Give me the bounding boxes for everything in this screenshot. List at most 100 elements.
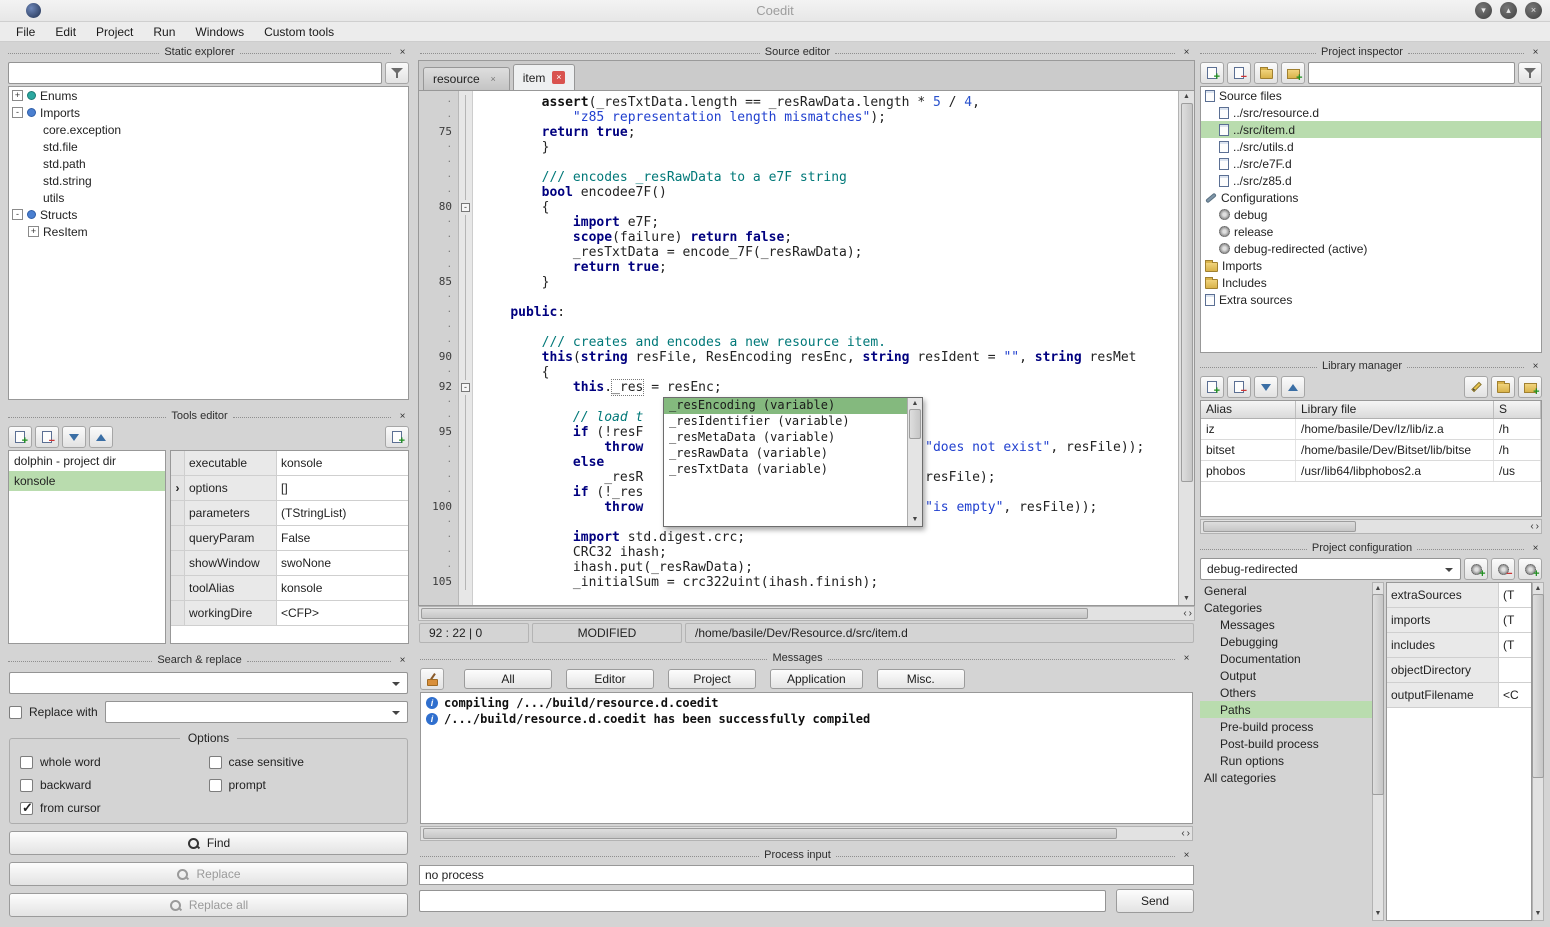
menu-item[interactable]: Edit xyxy=(45,23,86,41)
option-checkbox[interactable] xyxy=(20,779,33,792)
property-value[interactable] xyxy=(1499,658,1531,682)
scroll-up-icon[interactable]: ▲ xyxy=(1375,584,1382,594)
tree-item[interactable]: std.string xyxy=(9,172,408,189)
add-source-tree-button[interactable] xyxy=(1281,62,1305,84)
move-tool-up-button[interactable] xyxy=(89,426,113,448)
message-row[interactable]: i compiling /.../build/resource.d.coedit xyxy=(421,695,1192,711)
scroll-down-icon[interactable]: ▼ xyxy=(1535,909,1542,919)
tool-item[interactable]: konsole xyxy=(9,471,165,491)
tree-item[interactable]: + ResItem xyxy=(9,223,408,240)
category-item[interactable]: Pre-build process xyxy=(1200,718,1372,735)
expander-icon[interactable]: + xyxy=(12,90,23,101)
completion-item[interactable]: _resEncoding (variable) xyxy=(664,398,907,414)
project-tree-item[interactable]: ../src/item.d xyxy=(1201,121,1541,138)
category-vscrollbar[interactable]: ▲ ▼ xyxy=(1372,582,1384,921)
editor-tab[interactable]: resource × xyxy=(423,67,510,90)
add-library-button[interactable] xyxy=(1200,376,1224,398)
replace-button[interactable]: Replace xyxy=(9,862,408,886)
category-item[interactable]: Documentation xyxy=(1200,650,1372,667)
column-header-file[interactable]: Library file xyxy=(1296,401,1494,418)
add-configuration-button[interactable] xyxy=(1464,558,1488,580)
project-tree-item[interactable]: Configurations xyxy=(1201,189,1541,206)
scroll-up-icon[interactable]: ▲ xyxy=(1535,584,1542,594)
menu-item[interactable]: Custom tools xyxy=(254,23,344,41)
vscroll-thumb[interactable] xyxy=(1181,103,1193,482)
message-filter-button[interactable]: Project xyxy=(668,669,756,689)
category-item[interactable]: Run options xyxy=(1200,752,1372,769)
property-row[interactable]: executable konsole xyxy=(171,451,408,476)
category-item[interactable]: General xyxy=(1200,582,1372,599)
property-value[interactable]: (T xyxy=(1499,633,1531,657)
option-row[interactable]: case sensitive xyxy=(209,755,398,769)
scroll-up-icon[interactable]: ▲ xyxy=(1183,92,1190,102)
replace-with-checkbox[interactable] xyxy=(9,706,22,719)
panel-close-icon[interactable]: × xyxy=(1529,542,1542,555)
property-row[interactable]: showWindow swoNone xyxy=(171,551,408,576)
library-row[interactable]: bitset /home/basile/Dev/Bitset/lib/bitse… xyxy=(1201,440,1541,461)
remove-configuration-button[interactable] xyxy=(1491,558,1515,580)
property-row[interactable]: workingDire <CFP> xyxy=(171,601,408,626)
option-checkbox[interactable] xyxy=(20,802,33,815)
option-checkbox[interactable] xyxy=(209,756,222,769)
project-tree-item[interactable]: ../src/resource.d xyxy=(1201,104,1541,121)
tree-item[interactable]: std.path xyxy=(9,155,408,172)
completion-item[interactable]: _resTxtData (variable) xyxy=(664,462,907,478)
category-item[interactable]: Output xyxy=(1200,667,1372,684)
column-header-source[interactable]: S xyxy=(1494,401,1541,418)
tool-item[interactable]: dolphin - project dir xyxy=(9,451,165,471)
property-value[interactable]: swoNone xyxy=(277,551,408,575)
hscroll-thumb[interactable] xyxy=(1203,521,1356,532)
project-tree-item[interactable]: Imports xyxy=(1201,257,1541,274)
completion-item[interactable]: _resMetaData (variable) xyxy=(664,430,907,446)
remove-tool-button[interactable] xyxy=(35,426,59,448)
clone-configuration-button[interactable] xyxy=(1518,558,1542,580)
add-source-button[interactable] xyxy=(1200,62,1224,84)
project-tree-item[interactable]: Extra sources xyxy=(1201,291,1541,308)
menu-item[interactable]: File xyxy=(6,23,45,41)
completion-item[interactable]: _resRawData (variable) xyxy=(664,446,907,462)
hscroll-thumb[interactable] xyxy=(423,828,1117,839)
scroll-left-icon[interactable]: ‹ xyxy=(1183,608,1186,619)
category-item[interactable]: Others xyxy=(1200,684,1372,701)
category-item[interactable]: Paths xyxy=(1200,701,1372,718)
search-term-combo[interactable] xyxy=(9,672,408,694)
scroll-down-icon[interactable]: ▼ xyxy=(1375,909,1382,919)
editor-tab[interactable]: item × xyxy=(513,64,576,90)
panel-close-icon[interactable]: × xyxy=(1180,46,1193,59)
tab-close-icon[interactable]: × xyxy=(552,71,565,84)
tree-item[interactable]: + Enums xyxy=(9,87,408,104)
remove-library-button[interactable] xyxy=(1227,376,1251,398)
remove-source-button[interactable] xyxy=(1227,62,1251,84)
minimize-icon[interactable]: ▾ xyxy=(1475,2,1492,19)
config-property-row[interactable]: outputFilename <C xyxy=(1387,683,1531,708)
editor-fold-margin[interactable]: -- xyxy=(459,91,473,605)
scroll-right-icon[interactable]: › xyxy=(1536,521,1539,532)
message-filter-button[interactable]: Application xyxy=(770,669,863,689)
config-property-row[interactable]: objectDirectory xyxy=(1387,658,1531,683)
option-row[interactable]: prompt xyxy=(209,778,398,792)
scroll-down-icon[interactable]: ▼ xyxy=(912,515,919,525)
clear-messages-button[interactable] xyxy=(420,668,444,690)
inspector-filter-input[interactable] xyxy=(1308,62,1515,84)
tree-item[interactable]: std.file xyxy=(9,138,408,155)
tree-item[interactable]: utils xyxy=(9,189,408,206)
menu-item[interactable]: Project xyxy=(86,23,143,41)
panel-close-icon[interactable]: × xyxy=(1180,849,1193,862)
project-tree-item[interactable]: Includes xyxy=(1201,274,1541,291)
maximize-icon[interactable]: ▴ xyxy=(1500,2,1517,19)
property-row[interactable]: options [] xyxy=(171,476,408,501)
tree-item[interactable]: core.exception xyxy=(9,121,408,138)
option-checkbox[interactable] xyxy=(20,756,33,769)
editor-vscrollbar[interactable]: ▲ ▼ xyxy=(1178,91,1194,605)
edit-library-button[interactable] xyxy=(1464,376,1488,398)
process-input-field[interactable] xyxy=(419,890,1106,912)
scroll-up-icon[interactable]: ▲ xyxy=(912,399,919,409)
symbol-filter-input[interactable] xyxy=(8,62,382,84)
config-property-row[interactable]: includes (T xyxy=(1387,633,1531,658)
filter-button[interactable] xyxy=(385,62,409,84)
tab-close-icon[interactable]: × xyxy=(487,73,500,86)
expander-icon[interactable]: - xyxy=(12,107,23,118)
editor-gutter[interactable]: ..75....80....85....90.92..95....100....… xyxy=(419,91,459,605)
panel-close-icon[interactable]: × xyxy=(1529,46,1542,59)
option-checkbox[interactable] xyxy=(209,779,222,792)
